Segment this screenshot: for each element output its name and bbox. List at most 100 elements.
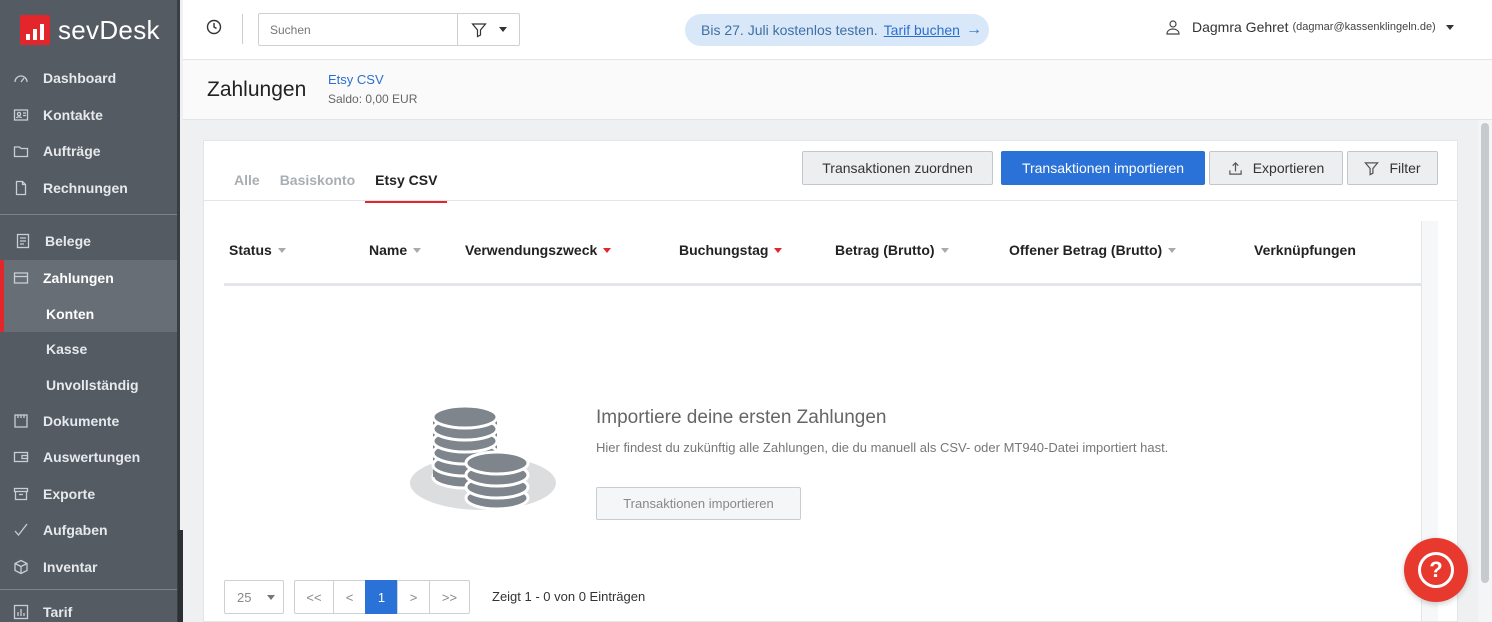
logo-text: sevDesk [58, 14, 160, 45]
pagination: << < 1 > >> [294, 580, 470, 614]
archive-icon [12, 413, 30, 429]
column-header-betrag[interactable]: Betrag (Brutto) [835, 242, 949, 258]
tab-basiskonto[interactable]: Basiskonto [270, 169, 365, 203]
sidebar-subitem-kasse[interactable]: Kasse [0, 332, 177, 368]
filter-icon [470, 22, 487, 37]
per-page-value: 25 [237, 589, 252, 605]
filter-icon [1364, 161, 1380, 176]
column-label: Verknüpfungen [1254, 242, 1356, 258]
column-label: Offener Betrag (Brutto) [1009, 242, 1163, 258]
contacts-icon [12, 107, 30, 123]
tabs-divider [204, 200, 1457, 201]
search-input[interactable] [258, 13, 458, 46]
history-clock-icon[interactable] [205, 18, 223, 36]
check-icon [12, 522, 30, 538]
sidebar-item-label: Zahlungen [43, 269, 114, 286]
topbar: Bis 27. Juli kostenlos testen. Tarif buc… [183, 0, 1492, 60]
sort-icon [1168, 247, 1177, 253]
sidebar-item-auswertungen[interactable]: Auswertungen [0, 439, 177, 476]
filter-button[interactable]: Filter [1347, 151, 1438, 185]
sort-active-icon [603, 247, 612, 253]
sidebar-item-zahlungen[interactable]: Zahlungen [0, 259, 177, 296]
sidebar-item-label: Dashboard [43, 70, 117, 87]
arrow-right-icon[interactable]: → [966, 21, 982, 39]
column-header-name[interactable]: Name [369, 242, 422, 258]
sidebar-item-dashboard[interactable]: Dashboard [0, 60, 177, 97]
question-icon: ? [1418, 552, 1454, 588]
help-button[interactable]: ? [1404, 538, 1468, 602]
tab-etsy-csv[interactable]: Etsy CSV [365, 169, 448, 203]
logo[interactable]: sevDesk [0, 0, 177, 60]
page-number-button[interactable]: 1 [365, 580, 398, 614]
user-icon [1166, 20, 1180, 35]
account-balance: Saldo: 0,00 EUR [328, 92, 418, 106]
sidebar-item-inventar[interactable]: Inventar [0, 549, 177, 586]
chart-icon [12, 604, 30, 620]
sidebar-item-exporte[interactable]: Exporte [0, 476, 177, 513]
box-icon [12, 559, 30, 575]
account-link[interactable]: Etsy CSV [328, 72, 384, 87]
per-page-select[interactable]: 25 [224, 580, 284, 614]
sidebar-item-label: Aufgaben [43, 522, 108, 539]
column-header-buchungstag[interactable]: Buchungstag [679, 242, 783, 258]
sidebar-subitem-unvollstaendig[interactable]: Unvollständig [0, 367, 177, 403]
user-name: Dagmra Gehret [1192, 19, 1289, 35]
chevron-down-icon [267, 594, 276, 600]
sort-icon [277, 247, 286, 253]
sidebar-item-rechnungen[interactable]: Rechnungen [0, 170, 177, 207]
sidebar-item-label: Auswertungen [43, 449, 141, 466]
trial-book-link[interactable]: Tarif buchen [884, 22, 960, 38]
sidebar: sevDesk Dashboard Kontakte Aufträge Rech… [0, 0, 180, 622]
export-box-icon [12, 486, 30, 502]
payments-card: Alle Basiskonto Etsy CSV Transaktionen z… [203, 140, 1458, 622]
chevron-down-icon [1445, 24, 1454, 30]
sidebar-item-label: Inventar [43, 558, 98, 575]
user-menu[interactable]: Dagmra Gehret (dagmar@kassenklingeln.de) [1165, 19, 1454, 35]
account-tabs: Alle Basiskonto Etsy CSV [224, 169, 448, 203]
topbar-separator [242, 14, 243, 44]
page-scrollbar[interactable] [1478, 120, 1492, 622]
receipt-icon [14, 233, 32, 249]
page-title: Zahlungen [207, 78, 307, 101]
table-header: Status Name Verwendungszweck Buchungstag… [224, 221, 1422, 286]
page-next-button[interactable]: > [397, 580, 430, 614]
sidebar-item-tarif[interactable]: Tarif [0, 590, 177, 620]
column-header-verwendungszweck[interactable]: Verwendungszweck [465, 242, 612, 258]
page-header: Zahlungen Etsy CSV Saldo: 0,00 EUR [183, 60, 1492, 120]
scrollbar-thumb[interactable] [1481, 123, 1489, 583]
column-label: Status [229, 242, 272, 258]
sort-icon [413, 247, 422, 253]
assign-transactions-button[interactable]: Transaktionen zuordnen [802, 151, 993, 185]
sidebar-item-auftraege[interactable]: Aufträge [0, 133, 177, 170]
page-prev-button[interactable]: < [333, 580, 366, 614]
sidebar-item-kontakte[interactable]: Kontakte [0, 97, 177, 134]
sidebar-item-belege[interactable]: Belege [0, 223, 177, 260]
column-header-status[interactable]: Status [229, 242, 286, 258]
tab-alle[interactable]: Alle [224, 169, 270, 203]
search-filter-dropdown[interactable] [457, 13, 520, 46]
export-button[interactable]: Exportieren [1209, 151, 1343, 185]
upload-icon [1228, 161, 1242, 175]
column-header-verknuepfungen: Verknüpfungen [1254, 242, 1356, 258]
import-transactions-button[interactable]: Transaktionen importieren [1001, 151, 1205, 185]
column-label: Name [369, 242, 408, 258]
sidebar-item-aufgaben[interactable]: Aufgaben [0, 512, 177, 549]
document-icon [12, 180, 30, 196]
sidebar-divider [0, 214, 177, 215]
empty-state-title: Importiere deine ersten Zahlungen [596, 407, 887, 428]
sidebar-item-dokumente[interactable]: Dokumente [0, 403, 177, 440]
pagination-info: Zeigt 1 - 0 von 0 Einträgen [492, 589, 646, 604]
column-header-offener-betrag[interactable]: Offener Betrag (Brutto) [1009, 242, 1177, 258]
sidebar-item-label: Tarif [43, 604, 73, 620]
page-last-button[interactable]: >> [429, 580, 470, 614]
empty-import-button[interactable]: Transaktionen importieren [596, 487, 801, 520]
page-first-button[interactable]: << [294, 580, 334, 614]
column-label: Buchungstag [679, 242, 769, 258]
folder-icon [12, 143, 30, 159]
filter-button-label: Filter [1389, 160, 1421, 176]
sidebar-item-label: Exporte [43, 485, 96, 502]
empty-state-subtitle: Hier findest du zukünftig alle Zahlungen… [596, 440, 1169, 455]
sidebar-subitem-konten[interactable]: Konten [0, 296, 177, 332]
column-label: Betrag (Brutto) [835, 242, 935, 258]
wallet-icon [12, 449, 30, 465]
